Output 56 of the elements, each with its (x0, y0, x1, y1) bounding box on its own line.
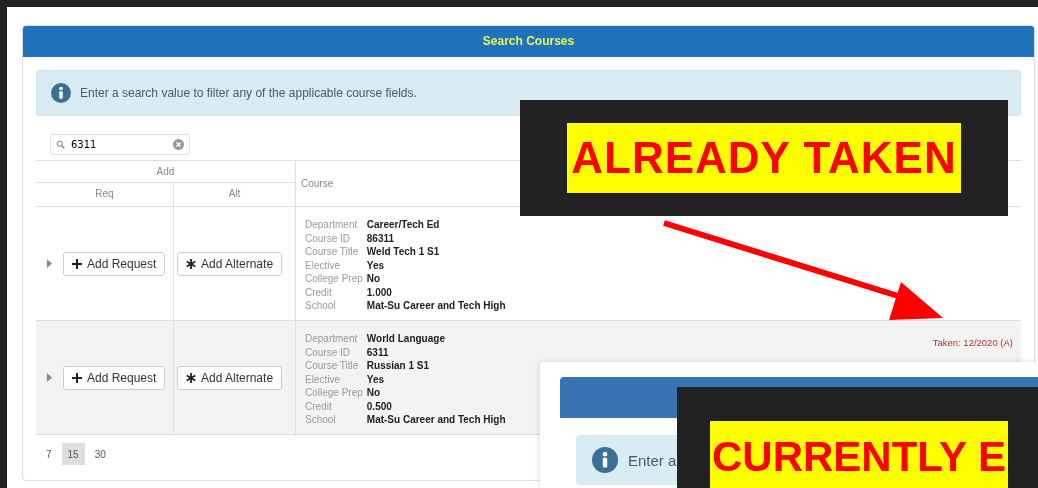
field-value: No (366, 386, 382, 400)
field-label: College Prep (305, 272, 363, 286)
field-value: Mat-Su Career and Tech High (366, 299, 506, 313)
field-value: 6311 (366, 345, 390, 359)
add-request-button[interactable]: Add Request (63, 365, 166, 390)
page-size-option[interactable]: 15 (61, 443, 85, 465)
column-header: Course (301, 178, 334, 189)
callout-text: ALREADY TAKEN (567, 123, 961, 193)
field-value: Yes (366, 372, 386, 386)
field-value: Mat-Su Career and Tech High (366, 413, 506, 427)
callout-text: CURRENTLY E (710, 421, 1009, 488)
page-size-option[interactable]: 7 (40, 443, 58, 465)
plus-icon (72, 372, 82, 383)
taken-status: Taken: 12/2020 (A) (932, 337, 1013, 348)
field-label: Course Title (305, 359, 360, 373)
info-icon (592, 447, 618, 473)
field-value: World Language (366, 332, 446, 346)
field-value: Career/Tech Ed (366, 218, 441, 232)
expand-icon[interactable] (46, 258, 53, 269)
field-label: Elective (305, 258, 341, 272)
field-label: Course ID (305, 231, 351, 245)
column-header: Add (156, 166, 175, 177)
field-label: Credit (305, 285, 333, 299)
field-value: Weld Tech 1 S1 (366, 245, 441, 259)
search-icon (56, 140, 65, 149)
field-value: 0.500 (366, 399, 393, 413)
add-request-button[interactable]: Add Request (63, 251, 166, 276)
asterisk-icon (186, 372, 196, 383)
info-icon (51, 83, 71, 103)
add-alternate-button[interactable]: Add Alternate (177, 251, 283, 276)
field-value: Yes (366, 258, 386, 272)
search-field[interactable]: 6311 (50, 134, 190, 155)
field-label: School (305, 413, 337, 427)
field-label: Credit (305, 399, 333, 413)
column-header: Alt (228, 188, 241, 199)
info-text: Enter a search value to filter any of the applicable course fields. (80, 86, 417, 100)
clear-icon[interactable] (173, 139, 184, 150)
page-size-option[interactable]: 30 (88, 443, 112, 465)
field-label: Department (305, 332, 359, 346)
field-value: 1.000 (366, 285, 393, 299)
field-value: Russian 1 S1 (366, 359, 431, 373)
asterisk-icon (186, 258, 196, 269)
field-value: No (366, 272, 382, 286)
info-text: Enter a (628, 451, 677, 469)
field-label: Department (305, 218, 359, 232)
field-label: Course ID (305, 345, 351, 359)
add-alternate-button[interactable]: Add Alternate (177, 365, 283, 390)
field-label: School (305, 299, 337, 313)
panel-header: Search Courses (23, 26, 1034, 57)
field-label: Elective (305, 372, 341, 386)
field-label: Course Title (305, 245, 360, 259)
field-label: College Prep (305, 386, 363, 400)
plus-icon (72, 258, 82, 269)
field-value: 86311 (366, 231, 396, 245)
column-header: Req (95, 188, 114, 199)
expand-icon[interactable] (46, 372, 53, 383)
